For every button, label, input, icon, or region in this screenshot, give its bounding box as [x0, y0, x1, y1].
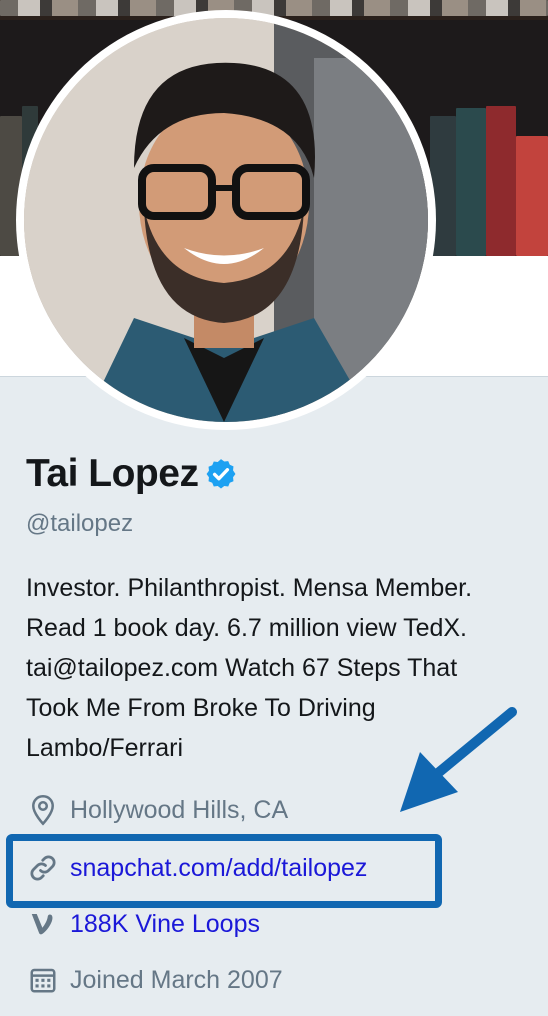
joined-text: Joined March 2007: [70, 965, 283, 994]
profile-location: Hollywood Hills, CA: [26, 793, 288, 827]
avatar-photo: [24, 18, 428, 422]
bio-line: Read 1 book day. 6.7 million view TedX.: [26, 614, 467, 642]
vine-link[interactable]: 188K Vine Loops: [70, 910, 260, 939]
annotation-arrow-icon: [400, 707, 517, 812]
profile-page: Tai Lopez @tailopez Investor. Philanthro…: [0, 0, 548, 1016]
avatar[interactable]: [16, 10, 436, 430]
vine-icon: [26, 907, 60, 941]
profile-name-row: Tai Lopez: [26, 452, 238, 496]
calendar-icon: [26, 963, 60, 997]
profile-vine[interactable]: 188K Vine Loops: [26, 907, 260, 941]
profile-joined: Joined March 2007: [26, 963, 283, 997]
bio-line: tai@tailopez.com Watch 67 Steps That: [26, 654, 458, 682]
annotation-highlight-box: [6, 834, 442, 908]
bio-line: Investor. Philanthropist. Mensa Member.: [26, 574, 473, 602]
verified-badge-icon: [207, 459, 236, 489]
location-pin-icon: [26, 793, 60, 827]
portrait-illustration: [24, 18, 428, 422]
profile-handle[interactable]: @tailopez: [26, 510, 133, 538]
location-text: Hollywood Hills, CA: [70, 795, 289, 824]
profile-name: Tai Lopez: [26, 452, 199, 495]
